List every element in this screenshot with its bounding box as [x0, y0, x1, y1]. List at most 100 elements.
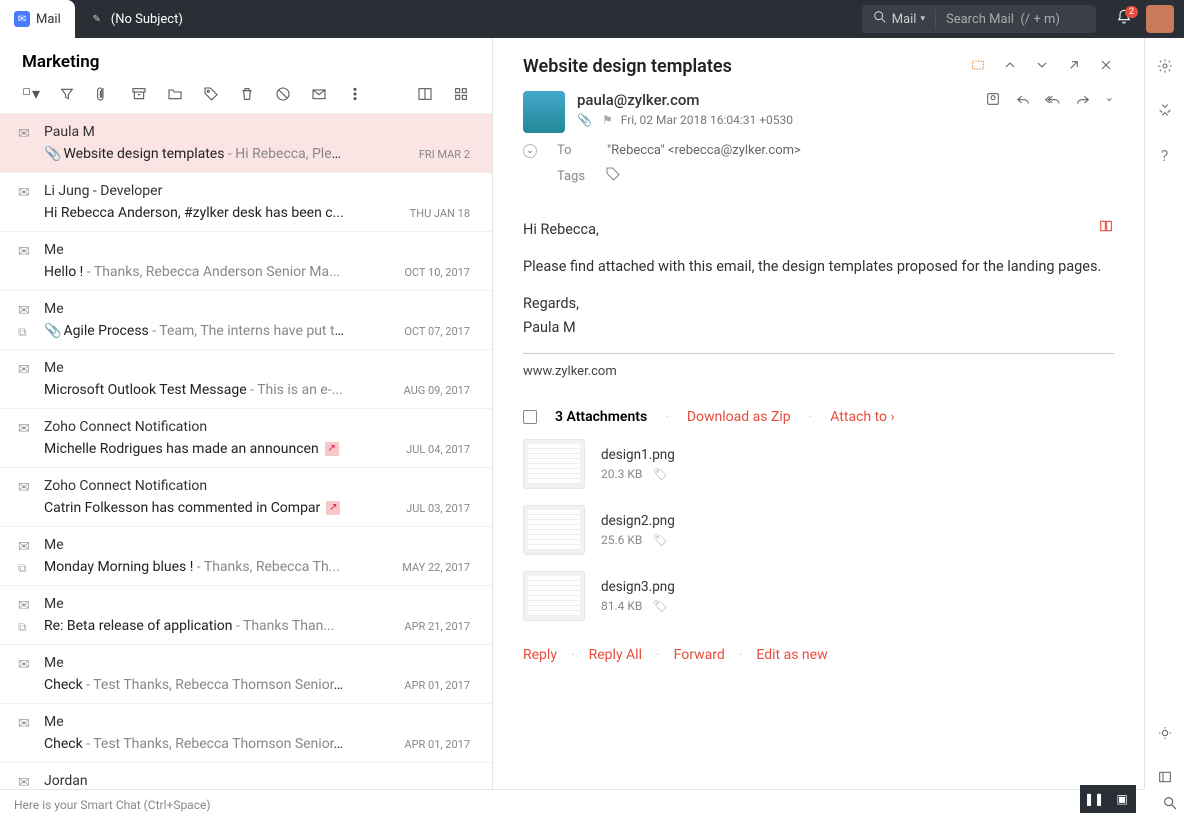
attachment-thumbnail: [523, 505, 585, 555]
select-all-attachments[interactable]: [523, 410, 537, 424]
email-sender: Me: [44, 714, 470, 730]
zoom-icon[interactable]: [1162, 795, 1178, 815]
attachment-tag-icon[interactable]: 🏷: [652, 599, 667, 613]
email-subject: Hello ! - Thanks, Rebecca Anderson Senio…: [44, 264, 340, 280]
tab-mail[interactable]: ✉ Mail: [0, 0, 75, 38]
email-sender: Zoho Connect Notification: [44, 478, 470, 494]
settings-icon[interactable]: [1157, 58, 1173, 78]
smart-chat-bar[interactable]: Here is your Smart Chat (Ctrl+Space): [0, 789, 1144, 819]
email-item[interactable]: ✉ Me Check - Test Thanks, Rebecca Thomso…: [0, 704, 492, 763]
delete-icon[interactable]: [238, 86, 256, 102]
prev-message-icon[interactable]: [1002, 57, 1018, 77]
email-item[interactable]: ✉ Me Microsoft Outlook Test Message - Th…: [0, 350, 492, 409]
forward-link[interactable]: Forward: [674, 647, 725, 663]
email-date: JUL 04, 2017: [406, 443, 470, 456]
email-item[interactable]: ✉ Zoho Connect Notification Catrin Folke…: [0, 468, 492, 527]
download-zip-link[interactable]: Download as Zip: [687, 409, 791, 425]
right-rail: ?: [1144, 38, 1184, 789]
user-avatar[interactable]: [1146, 5, 1174, 33]
search-bar[interactable]: Mail ▾: [862, 5, 1096, 33]
email-sender: Li Jung - Developer: [44, 183, 470, 199]
mark-read-icon[interactable]: [310, 86, 328, 102]
email-list[interactable]: ✉ Paula M 📎Website design templates - Hi…: [0, 114, 492, 789]
close-reading-icon[interactable]: [1098, 57, 1114, 77]
envelope-icon: ✉: [18, 185, 30, 201]
layout-icon[interactable]: [416, 86, 434, 102]
email-date: OCT 10, 2017: [404, 266, 470, 279]
next-message-icon[interactable]: [1034, 57, 1050, 77]
email-date: THU JAN 18: [410, 207, 470, 220]
email-item[interactable]: ✉ Paula M 📎Website design templates - Hi…: [0, 114, 492, 173]
tag-icon[interactable]: [202, 86, 220, 102]
to-address: "Rebecca" <rebecca@zylker.com>: [607, 143, 801, 158]
screenshot-button[interactable]: ▣: [1108, 785, 1136, 813]
envelope-icon: ✉: [18, 775, 30, 789]
email-item[interactable]: ✉ Me Hello ! - Thanks, Rebecca Anderson …: [0, 232, 492, 291]
attachment-item[interactable]: design3.png 81.4 KB 🏷: [493, 563, 1144, 629]
email-item[interactable]: ✉ Zoho Connect Notification Michelle Rod…: [0, 409, 492, 468]
email-item[interactable]: ✉ ⧉ Me Monday Morning blues ! - Thanks, …: [0, 527, 492, 586]
media-controls: ❚❚ ▣: [1080, 785, 1136, 813]
attachment-item[interactable]: design2.png 25.6 KB 🏷: [493, 497, 1144, 563]
message-list-pane: Marketing ▾ ✉ Paula M 📎Website design te…: [0, 38, 493, 789]
pause-button[interactable]: ❚❚: [1080, 785, 1108, 813]
email-item[interactable]: ✉ Jordan: [0, 763, 492, 789]
spam-icon[interactable]: [274, 86, 292, 102]
list-toolbar: ▾: [0, 76, 492, 114]
reply-link[interactable]: Reply: [523, 647, 557, 663]
theme-icon[interactable]: [1157, 725, 1173, 745]
email-date: APR 01, 2017: [404, 679, 470, 692]
email-date: MAY 22, 2017: [402, 561, 470, 574]
search-scope-dropdown[interactable]: Mail ▾: [862, 9, 936, 29]
attachment-thumbnail: [523, 571, 585, 621]
email-item[interactable]: ✉ Li Jung - Developer Hi Rebecca Anderso…: [0, 173, 492, 232]
forward-icon[interactable]: [1075, 91, 1091, 111]
signature-link[interactable]: www.zylker.com: [523, 353, 1114, 383]
reply-icon[interactable]: [1015, 91, 1031, 111]
quote-icon[interactable]: [970, 57, 986, 77]
help-icon[interactable]: ?: [1161, 146, 1169, 165]
expand-recipients-icon[interactable]: ⌄: [523, 144, 537, 158]
add-to-contacts-icon[interactable]: [985, 91, 1001, 111]
reader-mode-icon[interactable]: [1098, 218, 1114, 241]
email-sender: Me: [44, 242, 470, 258]
tab-compose[interactable]: ✎ (No Subject): [75, 0, 197, 38]
email-date: APR 01, 2017: [404, 738, 470, 751]
attachment-tag-icon[interactable]: 🏷: [652, 533, 667, 547]
tags-label: Tags: [557, 169, 585, 184]
email-item[interactable]: ✉ ⧉ Me Re: Beta release of application -…: [0, 586, 492, 645]
view-mode-icon[interactable]: [452, 86, 470, 102]
attachment-item[interactable]: design1.png 20.3 KB 🏷: [493, 431, 1144, 497]
attachment-tag-icon[interactable]: 🏷: [652, 467, 667, 481]
attachment-filter-icon[interactable]: [94, 86, 112, 102]
select-all-checkbox[interactable]: ▾: [22, 84, 40, 103]
reply-all-link[interactable]: Reply All: [589, 647, 642, 663]
notification-badge: 2: [1125, 6, 1138, 18]
envelope-icon: ✉: [18, 657, 30, 673]
attachment-filename: design3.png: [601, 579, 675, 595]
email-item[interactable]: ✉ Me Check - Test Thanks, Rebecca Thomso…: [0, 645, 492, 704]
apps-icon[interactable]: [1157, 102, 1173, 122]
sidebar-toggle-icon[interactable]: [1157, 769, 1173, 789]
flag-icon[interactable]: ⚑: [602, 113, 613, 127]
add-tag-icon[interactable]: [605, 166, 621, 186]
notifications-button[interactable]: 2: [1106, 9, 1142, 29]
envelope-icon: ✉: [18, 362, 30, 378]
message-body: Hi Rebecca, Please find attached with th…: [493, 198, 1144, 403]
envelope-icon: ✉: [18, 598, 30, 614]
search-input[interactable]: [936, 12, 1096, 27]
email-item[interactable]: ✉ ⧉ Me 📎Agile Process - Team, The intern…: [0, 291, 492, 350]
more-actions-icon[interactable]: [346, 86, 364, 102]
filter-icon[interactable]: [58, 86, 76, 102]
body-text: Please find attached with this email, th…: [523, 255, 1114, 278]
edit-as-new-link[interactable]: Edit as new: [756, 647, 827, 663]
open-window-icon[interactable]: [1066, 57, 1082, 77]
email-subject: 📎Website design templates - Hi Rebecca, …: [44, 146, 344, 162]
email-date: FRI MAR 2: [419, 148, 470, 161]
to-label: To: [557, 143, 587, 158]
reply-all-icon[interactable]: [1045, 91, 1061, 111]
folder-icon[interactable]: [166, 86, 184, 102]
more-dropdown-icon[interactable]: ⌄: [1105, 91, 1114, 104]
archive-icon[interactable]: [130, 86, 148, 102]
attach-to-link[interactable]: Attach to ›: [830, 409, 894, 425]
